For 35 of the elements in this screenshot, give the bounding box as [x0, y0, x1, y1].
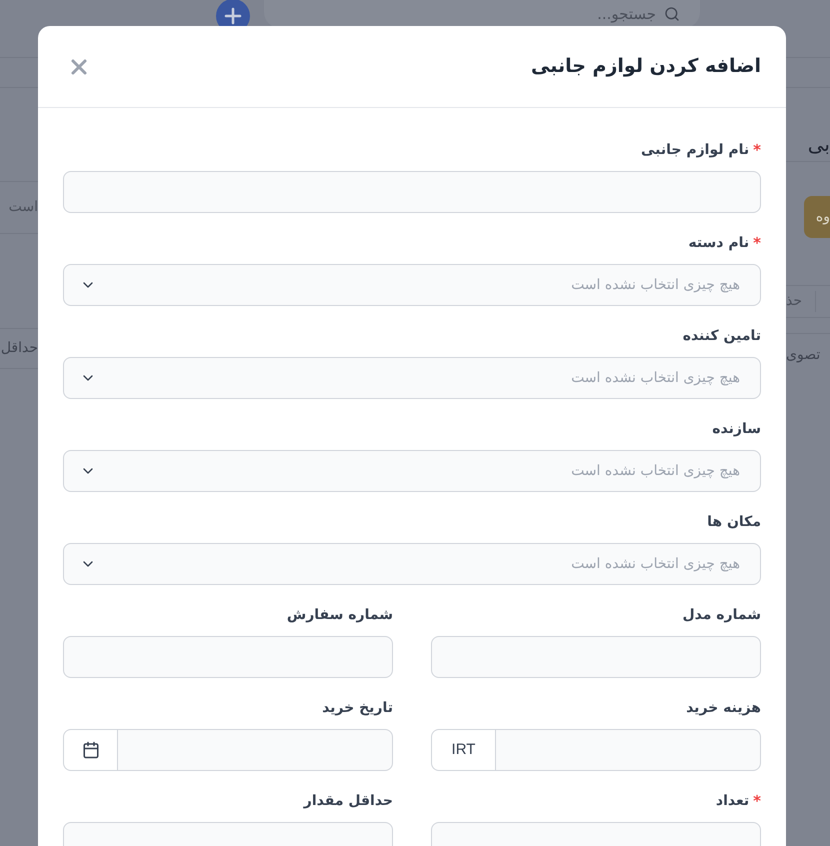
select-placeholder: هیچ چیزی انتخاب نشده است: [571, 462, 741, 480]
field-label: نام دسته: [688, 234, 750, 252]
table-cell-text: حداقل: [0, 339, 38, 358]
field-label: تاریخ خرید: [322, 698, 393, 718]
field-label: تعداد: [716, 792, 750, 810]
cost-field[interactable]: [495, 729, 761, 771]
currency-addon: IRT: [431, 729, 495, 771]
calendar-icon: [82, 741, 100, 759]
select-field[interactable]: هیچ چیزی انتخاب نشده است: [63, 543, 761, 585]
calendar-button[interactable]: [63, 729, 117, 771]
field-label: هزینه خرید: [686, 698, 761, 718]
field-label: تامین کننده: [682, 326, 761, 346]
text-field[interactable]: [431, 636, 761, 678]
select-field[interactable]: هیچ چیزی انتخاب نشده است: [63, 450, 761, 492]
required-mark: *: [753, 232, 761, 254]
select-field[interactable]: هیچ چیزی انتخاب نشده است: [63, 357, 761, 399]
select-field[interactable]: هیچ چیزی انتخاب نشده است: [63, 264, 761, 306]
text-field[interactable]: [63, 636, 393, 678]
select-placeholder: هیچ چیزی انتخاب نشده است: [571, 276, 741, 294]
field-label: شماره مدل: [682, 606, 761, 624]
field-label: شماره سفارش: [286, 606, 393, 624]
field-label: سازنده: [712, 420, 761, 438]
page-title: بی: [808, 130, 830, 158]
date-field[interactable]: [117, 729, 393, 771]
field-label: نام لوازم جانبی: [640, 140, 750, 160]
field-label: حداقل مقدار: [304, 792, 393, 810]
table-cell-text: تصوی: [786, 346, 820, 364]
required-mark: *: [753, 790, 761, 812]
search-icon: [664, 6, 680, 22]
required-mark: *: [753, 140, 761, 161]
text-field[interactable]: [63, 171, 761, 213]
modal-title: اضافه کردن لوازم جانبی: [530, 54, 761, 80]
field-label: مکان ها: [707, 512, 761, 532]
select-placeholder: هیچ چیزی انتخاب نشده است: [571, 368, 741, 388]
select-placeholder: هیچ چیزی انتخاب نشده است: [571, 554, 741, 574]
